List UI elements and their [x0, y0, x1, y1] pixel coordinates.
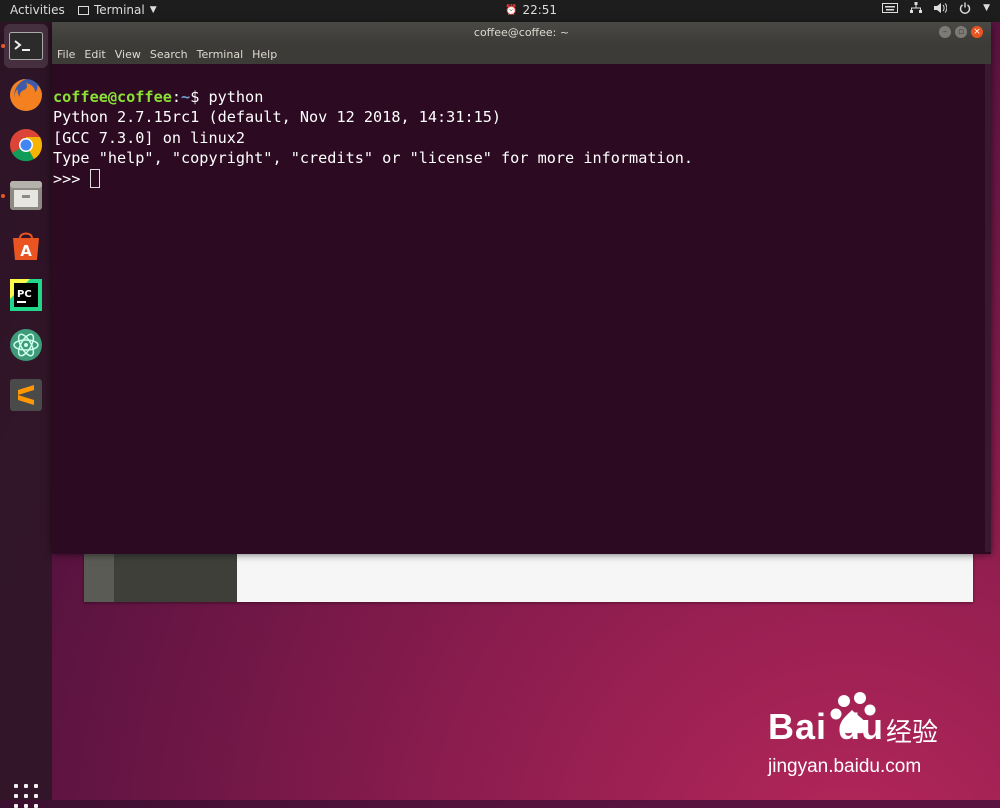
- prompt-user: coffee@coffee: [53, 87, 172, 106]
- menu-search[interactable]: Search: [150, 48, 188, 61]
- firefox-icon: [10, 79, 42, 111]
- output-line: Type "help", "copyright", "credits" or "…: [53, 149, 694, 167]
- chevron-down-icon[interactable]: ▼: [983, 3, 990, 13]
- dock: A PC: [0, 22, 52, 808]
- top-bar: Activities Terminal ▼ ⏰ 22:51 ▼: [0, 0, 1000, 22]
- clock-time: 22:51: [522, 3, 558, 17]
- window-controls: – ▫ ×: [939, 26, 983, 38]
- pycharm-icon: PC: [10, 279, 42, 311]
- alarm-icon: ⏰: [505, 4, 518, 16]
- watermark-brand: Bai du: [768, 706, 885, 747]
- sublime-text-icon: [10, 379, 42, 411]
- dock-item-sublime[interactable]: [4, 373, 48, 417]
- menu-bar: File Edit View Search Terminal Help: [52, 44, 991, 64]
- volume-icon[interactable]: [934, 2, 948, 14]
- dock-item-pycharm[interactable]: PC: [4, 273, 48, 317]
- dock-item-software[interactable]: A: [4, 223, 48, 267]
- activities-button[interactable]: Activities: [10, 3, 65, 17]
- watermark-url: jingyan.baidu.com: [768, 756, 922, 777]
- repl-prompt: >>>: [53, 169, 90, 188]
- terminal-app-icon: [78, 5, 89, 15]
- dock-item-firefox[interactable]: [4, 73, 48, 117]
- prompt-path: ~: [181, 87, 191, 106]
- keyboard-icon[interactable]: [882, 3, 899, 13]
- terminal-window[interactable]: coffee@coffee: ~ – ▫ × File Edit View Se…: [52, 22, 991, 554]
- dock-item-terminal[interactable]: [4, 24, 48, 68]
- background-window-panel: [114, 548, 237, 602]
- clock[interactable]: ⏰ 22:51: [505, 3, 557, 17]
- software-center-icon: A: [13, 232, 39, 260]
- power-icon[interactable]: [959, 2, 971, 14]
- app-menu-label: Terminal: [94, 3, 145, 17]
- close-button[interactable]: ×: [971, 26, 983, 38]
- prompt-symbol: $: [190, 87, 200, 106]
- menu-file[interactable]: File: [57, 48, 75, 61]
- dock-item-chrome[interactable]: [4, 123, 48, 167]
- dock-item-files[interactable]: [4, 173, 48, 217]
- background-window-sidebar: [84, 548, 114, 602]
- prompt-separator: :: [171, 87, 182, 106]
- system-tray[interactable]: ▼: [882, 2, 990, 14]
- minimize-button[interactable]: –: [939, 26, 951, 38]
- watermark-brand-cn: 经验: [886, 718, 939, 748]
- chevron-down-icon: ▼: [149, 5, 157, 15]
- app-menu[interactable]: Terminal ▼: [78, 3, 157, 17]
- background-window[interactable]: [84, 548, 973, 602]
- menu-edit[interactable]: Edit: [84, 48, 105, 61]
- svg-text:A: A: [20, 242, 32, 260]
- prompt-line: coffee@coffee:~$ python: [53, 87, 991, 108]
- window-titlebar[interactable]: coffee@coffee: ~ – ▫ ×: [52, 22, 991, 44]
- network-icon[interactable]: [910, 2, 923, 14]
- files-icon: [10, 181, 42, 210]
- dock-item-atom[interactable]: [4, 323, 48, 367]
- maximize-button[interactable]: ▫: [955, 26, 967, 38]
- command-text: python: [199, 87, 264, 106]
- output-line: [GCC 7.3.0] on linux2: [53, 128, 246, 147]
- text-cursor: [89, 168, 100, 188]
- baidu-watermark: Bai du 经验 jingyan.baidu.com: [768, 688, 988, 788]
- terminal-content[interactable]: coffee@coffee:~$ python Python 2.7.15rc1 …: [52, 64, 991, 554]
- menu-terminal[interactable]: Terminal: [197, 48, 244, 61]
- window-title: coffee@coffee: ~: [473, 26, 570, 39]
- show-applications-button[interactable]: [14, 784, 38, 808]
- menu-view[interactable]: View: [115, 48, 141, 61]
- repl-line[interactable]: >>>: [53, 168, 991, 190]
- menu-help[interactable]: Help: [252, 48, 277, 61]
- scrollbar[interactable]: [985, 64, 991, 552]
- svg-text:PC: PC: [17, 289, 32, 300]
- chrome-icon: [10, 129, 43, 162]
- terminal-icon: [9, 32, 43, 60]
- output-line: Python 2.7.15rc1 (default, Nov 12 2018, …: [53, 108, 502, 126]
- atom-icon: [10, 329, 42, 361]
